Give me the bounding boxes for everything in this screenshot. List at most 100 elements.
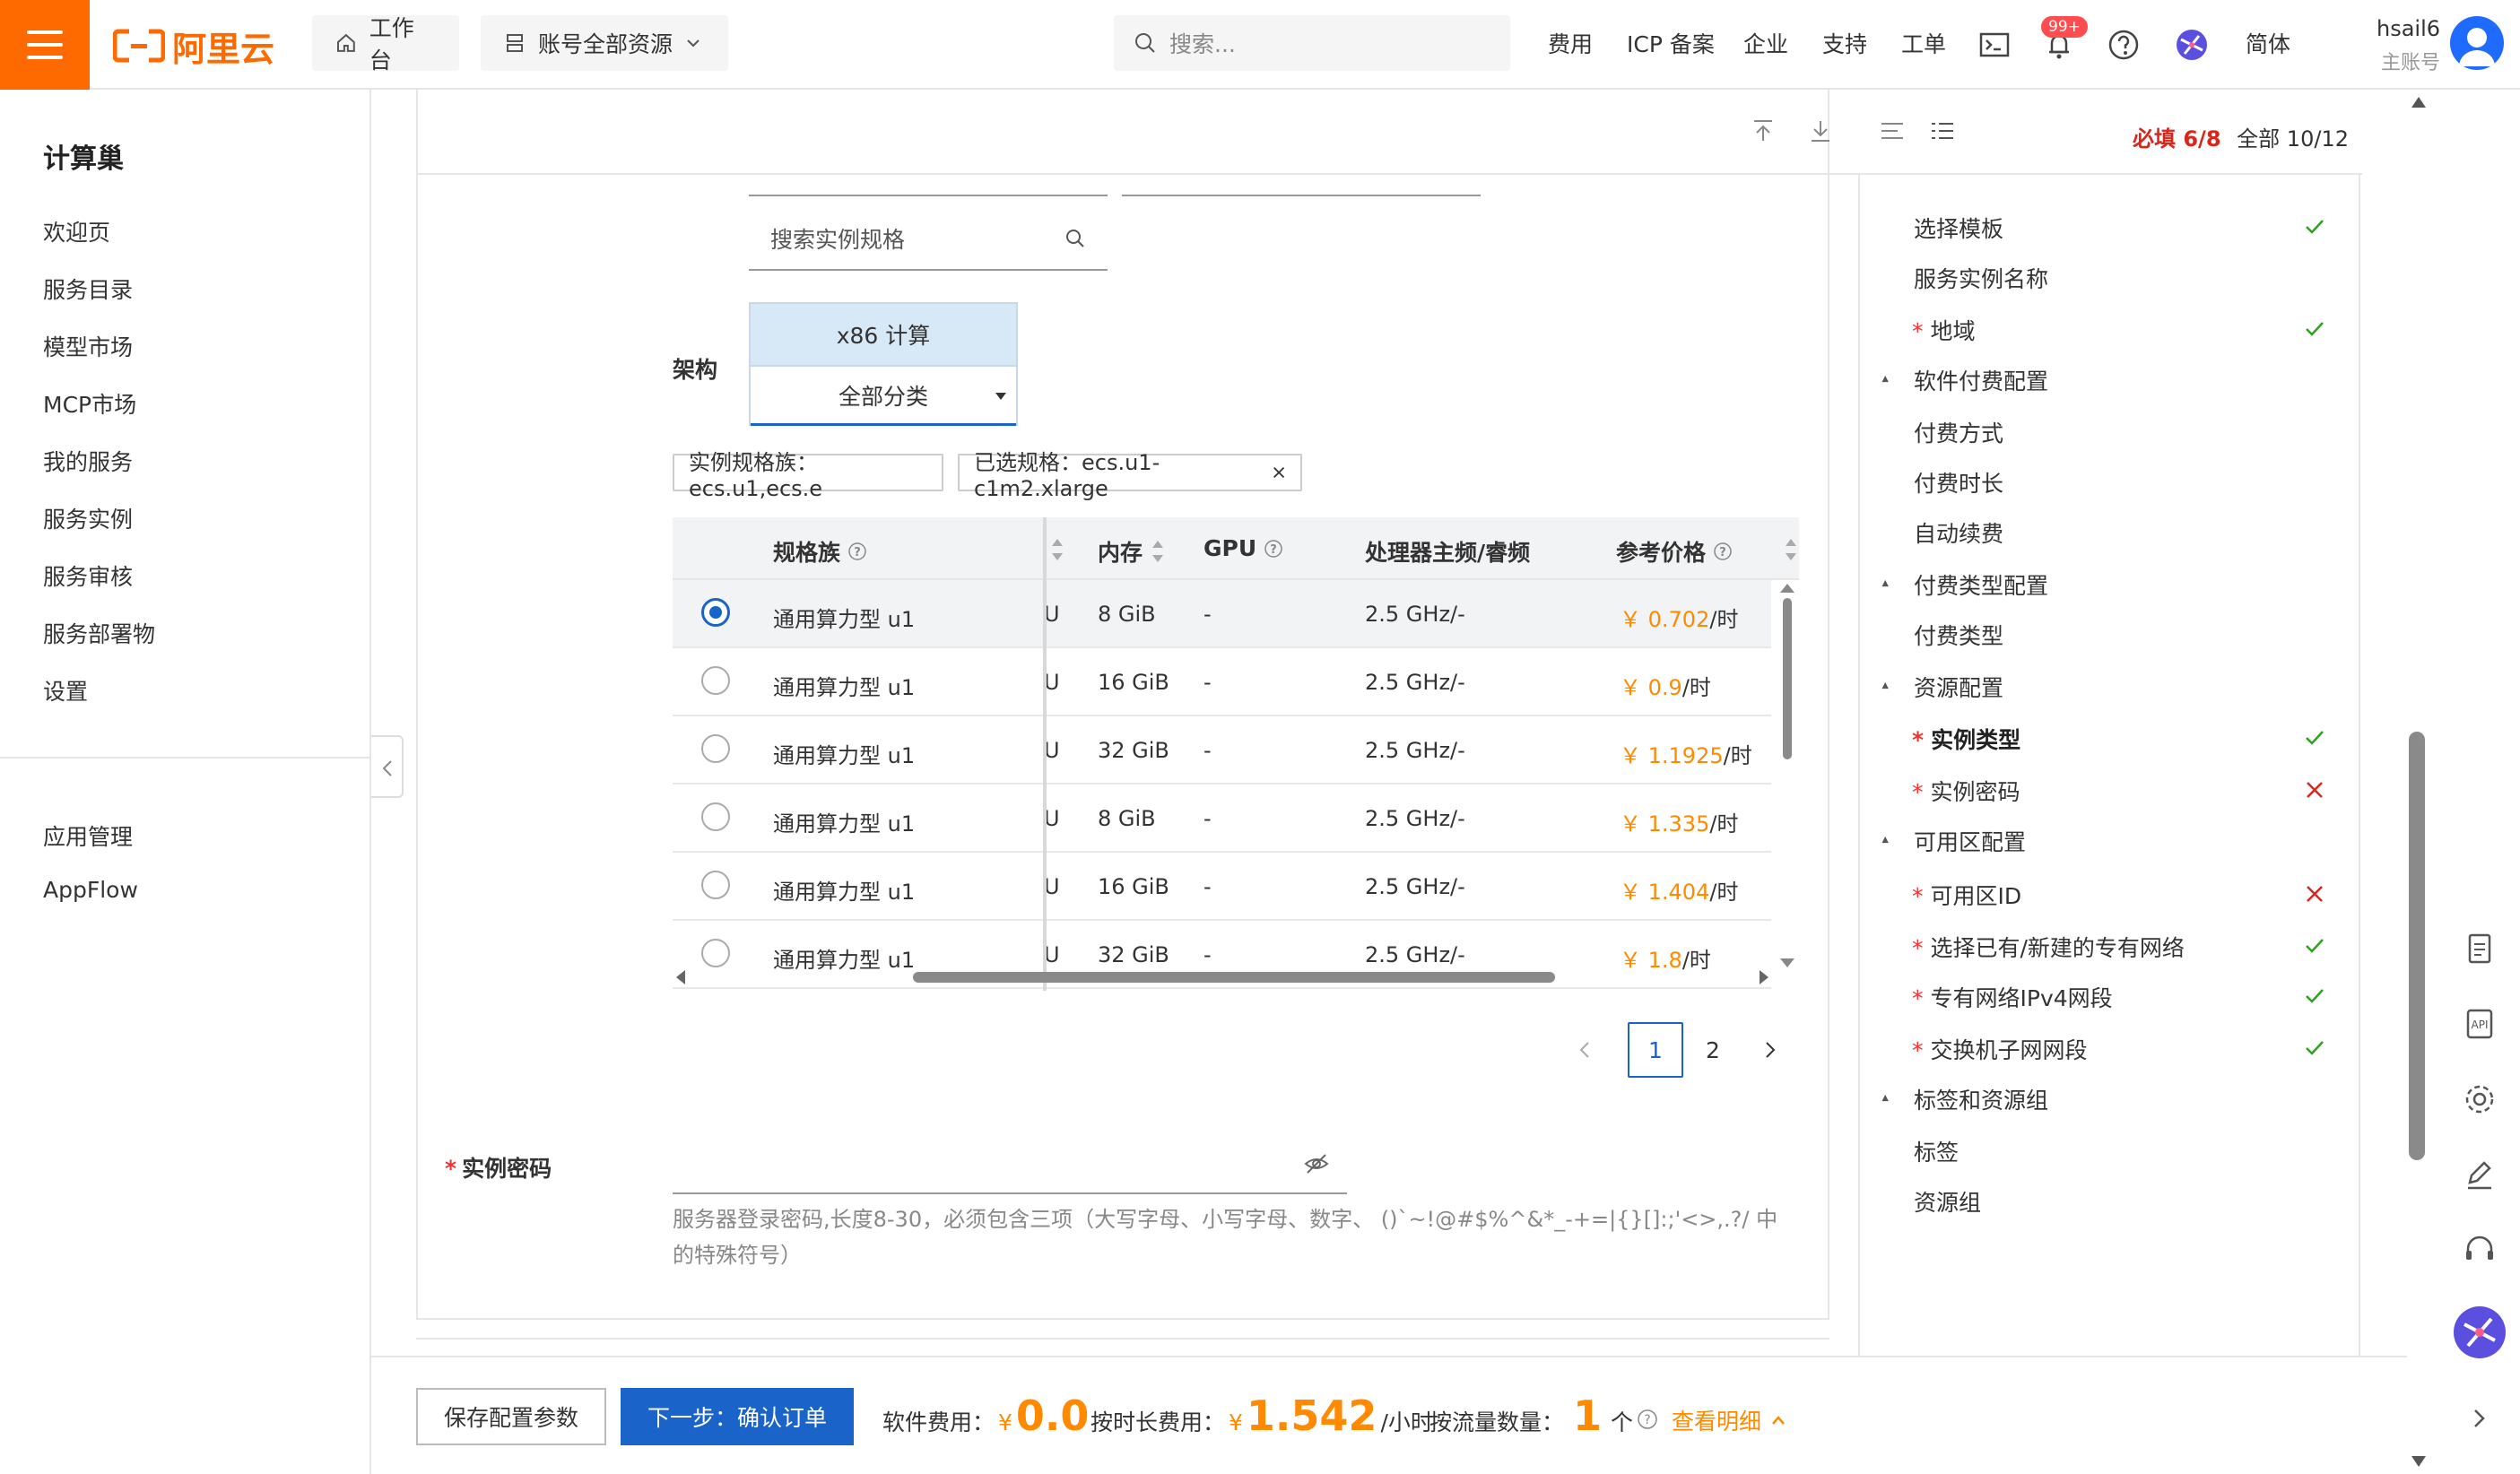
outline-item[interactable]: 标签	[1880, 1135, 2337, 1167]
terminal-icon[interactable]	[1977, 27, 2012, 63]
pagination-page-2[interactable]: 2	[1685, 1022, 1741, 1078]
eye-off-icon[interactable]	[1304, 1153, 1329, 1175]
help-icon[interactable]: ?	[1637, 1409, 1658, 1430]
sidebar-item-service-review[interactable]: 服务审核	[43, 559, 133, 592]
row-radio[interactable]	[701, 939, 730, 967]
help-icon[interactable]	[2106, 27, 2142, 63]
spec-search-input[interactable]: 搜索实例规格	[749, 208, 1108, 271]
api-icon[interactable]: API	[2459, 1003, 2500, 1045]
outline-group[interactable]: ▲ 标签和资源组	[1880, 1083, 2337, 1115]
help-icon[interactable]: ?	[1264, 539, 1283, 559]
workbench-button[interactable]: 工作台	[312, 15, 459, 74]
search-input[interactable]: 搜索...	[1114, 15, 1510, 71]
caret-up-icon[interactable]: ▲	[1881, 680, 1888, 689]
sort-icon[interactable]	[1049, 537, 1065, 562]
user-info[interactable]: hsail6 主账号	[2377, 16, 2440, 75]
sidebar-collapse-button[interactable]	[371, 735, 404, 798]
outline-group[interactable]: ▲ 软件付费配置	[1880, 364, 2337, 396]
resource-selector[interactable]: 账号全部资源	[481, 15, 728, 71]
outline-item[interactable]: 付费类型	[1880, 619, 2337, 651]
outline-group[interactable]: ▲ 资源配置	[1880, 671, 2337, 703]
outline-item[interactable]: 付费时长	[1880, 466, 2337, 499]
document-icon[interactable]	[2459, 928, 2500, 969]
filter-input-2[interactable]	[1122, 175, 1481, 196]
ai-assistant-icon[interactable]	[2174, 27, 2210, 63]
sort-icon[interactable]	[1150, 539, 1166, 564]
row-radio[interactable]	[701, 666, 730, 695]
sidebar-item-appflow[interactable]: AppFlow	[43, 877, 138, 903]
nav-tickets[interactable]: 工单	[1901, 27, 1946, 59]
menu-button[interactable]	[0, 0, 90, 90]
row-radio[interactable]	[701, 734, 730, 763]
pagination-prev[interactable]	[1557, 1022, 1612, 1078]
table-vertical-scrollbar[interactable]	[1776, 582, 1799, 969]
help-icon[interactable]: ?	[847, 542, 867, 561]
chevron-right-icon[interactable]	[2459, 1398, 2500, 1439]
arch-category-select[interactable]: 全部分类	[751, 367, 1016, 426]
scroll-to-bottom-icon[interactable]	[1806, 117, 1835, 145]
aliyun-logo[interactable]: 阿里云	[113, 25, 274, 69]
pagination-next[interactable]	[1742, 1022, 1798, 1078]
outline-item[interactable]: 付费方式	[1880, 416, 2337, 448]
outline-item[interactable]: 服务实例名称	[1880, 262, 2337, 294]
scroll-to-top-icon[interactable]	[1749, 117, 1777, 145]
outline-item[interactable]: * 实例密码	[1880, 775, 2337, 807]
table-row[interactable]: 通用算力型 u1 U 16 GiB - 2.5 GHz/- ￥ 0.9/时	[673, 648, 1771, 716]
sidebar-item-model-market[interactable]: 模型市场	[43, 330, 133, 362]
save-config-button[interactable]: 保存配置参数	[416, 1388, 606, 1445]
outline-item[interactable]: 选择模板	[1880, 212, 2337, 244]
nav-fees[interactable]: 费用	[1548, 27, 1593, 59]
collapse-all-icon[interactable]	[1878, 117, 1907, 145]
outline-group[interactable]: ▲ 可用区配置	[1880, 825, 2337, 857]
help-icon[interactable]: ?	[1713, 542, 1733, 561]
language-switch[interactable]: 简体	[2246, 27, 2290, 59]
sidebar-item-welcome[interactable]: 欢迎页	[43, 215, 110, 247]
nav-support[interactable]: 支持	[1822, 27, 1867, 59]
sidebar-item-my-services[interactable]: 我的服务	[43, 445, 133, 477]
arch-option-x86[interactable]: x86 计算	[751, 304, 1016, 367]
row-radio[interactable]	[701, 802, 730, 831]
table-horizontal-scrollbar[interactable]	[673, 966, 1799, 989]
close-icon[interactable]	[1272, 464, 1286, 481]
outline-item[interactable]: * 可用区ID	[1880, 879, 2337, 911]
outline-item[interactable]: * 专有网络IPv4网段	[1880, 981, 2337, 1013]
page-scrollbar-thumb[interactable]	[2409, 732, 2425, 1160]
nav-enterprise[interactable]: 企业	[1743, 27, 1788, 59]
table-row[interactable]: 通用算力型 u1 U 32 GiB - 2.5 GHz/- ￥ 1.1925/时	[673, 716, 1771, 785]
pagination-page-1[interactable]: 1	[1628, 1022, 1683, 1078]
ai-assistant-icon[interactable]	[2452, 1305, 2507, 1360]
sidebar-item-mcp-market[interactable]: MCP市场	[43, 387, 136, 420]
password-input[interactable]	[673, 1135, 1347, 1194]
sidebar-item-app-management[interactable]: 应用管理	[43, 819, 133, 852]
sidebar-item-service-instances[interactable]: 服务实例	[43, 502, 133, 534]
row-radio[interactable]	[701, 598, 730, 627]
arch-selector[interactable]: x86 计算 全部分类	[749, 302, 1018, 426]
outline-item[interactable]: * 实例类型	[1880, 723, 2337, 755]
caret-up-icon[interactable]: ▲	[1881, 834, 1888, 844]
table-row[interactable]: 通用算力型 u1 U 16 GiB - 2.5 GHz/- ￥ 1.404/时	[673, 853, 1771, 921]
sidebar-item-catalog[interactable]: 服务目录	[43, 273, 133, 305]
next-confirm-order-button[interactable]: 下一步：确认订单	[621, 1388, 854, 1445]
nav-icp[interactable]: ICP 备案	[1627, 27, 1715, 59]
outline-item[interactable]: 资源组	[1880, 1185, 2337, 1218]
edit-icon[interactable]	[2459, 1154, 2500, 1195]
headset-icon[interactable]	[2459, 1229, 2500, 1270]
caret-up-icon[interactable]: ▲	[1881, 1092, 1888, 1102]
expand-all-icon[interactable]	[1928, 117, 1957, 145]
outline-item[interactable]: 自动续费	[1880, 516, 2337, 549]
outline-item[interactable]: * 选择已有/新建的专有网络	[1880, 931, 2337, 963]
sidebar-item-deploy-artifacts[interactable]: 服务部署物	[43, 617, 155, 649]
outline-item[interactable]: * 地域	[1880, 314, 2337, 346]
gear-icon[interactable]	[2459, 1079, 2500, 1120]
caret-up-icon[interactable]: ▲	[1881, 373, 1888, 383]
table-row[interactable]: 通用算力型 u1 U 8 GiB - 2.5 GHz/- ￥ 0.702/时	[673, 580, 1771, 648]
filter-input-1[interactable]	[749, 175, 1108, 196]
outline-item[interactable]: * 交换机子网网段	[1880, 1033, 2337, 1065]
row-radio[interactable]	[701, 871, 730, 899]
avatar[interactable]	[2450, 16, 2504, 70]
outline-group[interactable]: ▲ 付费类型配置	[1880, 568, 2337, 601]
table-row[interactable]: 通用算力型 u1 U 8 GiB - 2.5 GHz/- ￥ 1.335/时	[673, 785, 1771, 853]
caret-up-icon[interactable]: ▲	[1881, 577, 1888, 587]
sort-icon[interactable]	[1783, 537, 1799, 562]
sidebar-item-settings[interactable]: 设置	[43, 674, 88, 707]
